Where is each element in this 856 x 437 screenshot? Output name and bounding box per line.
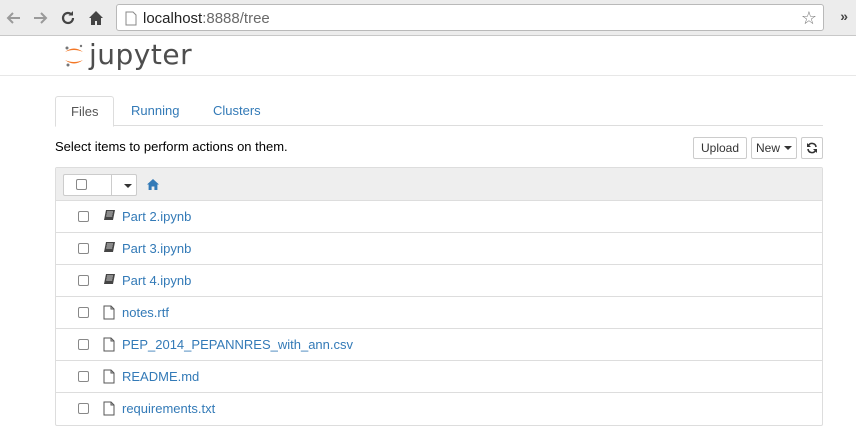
file-icon — [103, 337, 115, 355]
browser-toolbar: localhost:8888/tree ☆ » — [0, 0, 856, 36]
row-checkbox[interactable] — [78, 243, 89, 254]
row-checkbox[interactable] — [78, 275, 89, 286]
upload-button[interactable]: Upload — [693, 137, 747, 159]
row-checkbox[interactable] — [78, 307, 89, 318]
page-icon — [125, 11, 137, 29]
list-header — [56, 168, 822, 201]
bookmark-star-icon[interactable]: ☆ — [801, 8, 817, 29]
home-button-icon[interactable] — [86, 8, 106, 28]
file-row[interactable]: Part 2.ipynb — [56, 201, 822, 233]
refresh-icon — [807, 142, 817, 154]
refresh-button[interactable] — [801, 137, 823, 159]
selection-hint: Select items to perform actions on them. — [55, 139, 288, 154]
tab-bar: Files Running Clusters — [55, 96, 823, 127]
file-name-link[interactable]: Part 3.ipynb — [122, 241, 191, 256]
tab-files[interactable]: Files — [55, 96, 115, 127]
file-icon — [103, 305, 115, 323]
new-button-label: New — [756, 141, 781, 155]
file-row[interactable]: PEP_2014_PEPANNRES_with_ann.csv — [56, 329, 822, 361]
file-icon — [103, 369, 115, 387]
select-all-checkbox[interactable] — [76, 179, 87, 190]
caret-down-icon — [784, 146, 793, 150]
jupyter-logo-icon — [65, 44, 83, 66]
home-folder-icon[interactable] — [147, 178, 159, 193]
new-button[interactable]: New — [751, 137, 797, 159]
file-row[interactable]: requirements.txt — [56, 393, 822, 425]
back-arrow-icon[interactable] — [4, 8, 24, 28]
file-row[interactable]: notes.rtf — [56, 297, 822, 329]
select-all-control[interactable] — [63, 174, 137, 196]
reload-icon[interactable] — [58, 8, 78, 28]
file-icon — [103, 401, 115, 419]
row-checkbox[interactable] — [78, 403, 89, 414]
notebook-icon — [103, 273, 116, 288]
row-checkbox[interactable] — [78, 211, 89, 222]
file-row[interactable]: Part 4.ipynb — [56, 265, 822, 297]
file-name-link[interactable]: requirements.txt — [122, 401, 215, 416]
row-checkbox[interactable] — [78, 371, 89, 382]
file-name-link[interactable]: PEP_2014_PEPANNRES_with_ann.csv — [122, 337, 353, 352]
tab-clusters[interactable]: Clusters — [198, 96, 276, 126]
select-dropdown-icon[interactable] — [124, 184, 132, 188]
file-name-link[interactable]: Part 2.ipynb — [122, 209, 191, 224]
address-bar[interactable]: localhost:8888/tree ☆ — [116, 4, 824, 31]
forward-arrow-icon[interactable] — [30, 8, 50, 28]
url-text: localhost:8888/tree — [143, 10, 270, 27]
jupyter-logo[interactable]: jupyter — [63, 38, 192, 71]
file-row[interactable]: Part 3.ipynb — [56, 233, 822, 265]
file-name-link[interactable]: README.md — [122, 369, 199, 384]
file-list: Part 2.ipynb Part 3.ipynb Part 4.ipynb note… — [55, 167, 823, 426]
logo-text: jupyter — [89, 38, 193, 71]
file-name-link[interactable]: notes.rtf — [122, 305, 169, 320]
notebook-icon — [103, 209, 116, 224]
more-menu-icon[interactable]: » — [840, 8, 848, 24]
file-name-link[interactable]: Part 4.ipynb — [122, 273, 191, 288]
file-row[interactable]: README.md — [56, 361, 822, 393]
tab-running[interactable]: Running — [116, 96, 194, 126]
notebook-icon — [103, 241, 116, 256]
jupyter-header: jupyter — [0, 36, 856, 76]
row-checkbox[interactable] — [78, 339, 89, 350]
